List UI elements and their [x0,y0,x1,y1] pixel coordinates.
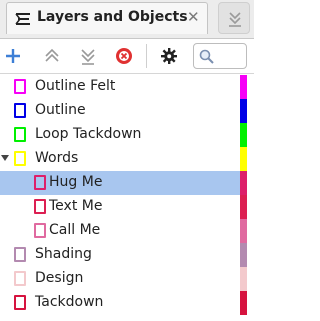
toolbar-separator [146,44,147,68]
layer-row[interactable]: Hug Me [0,171,240,195]
layer-color-swatch[interactable] [240,171,247,195]
layer-row[interactable]: Tackdown [0,291,240,315]
panel-title: Layers and Objects [37,9,188,25]
layer-icon [14,151,26,166]
layer-color-swatch[interactable] [240,195,247,219]
layer-color-swatch[interactable] [240,243,247,267]
layer-color-swatch[interactable] [240,147,247,171]
layer-row[interactable]: Words [0,147,240,171]
layer-color-swatch[interactable] [240,123,247,147]
layer-icon [34,175,46,190]
layer-icon [14,103,26,118]
search-icon [199,49,214,64]
layer-color-swatch[interactable] [240,75,247,99]
layer-label: Design [35,270,84,286]
close-icon[interactable]: ✕ [187,8,200,26]
chevron-down-icon [229,12,241,27]
layers-icon [15,12,31,27]
layer-label: Outline Felt [35,78,116,94]
layer-icon [14,79,26,94]
layer-icon [34,223,46,238]
layer-row[interactable]: Outline Felt [0,75,240,99]
layer-label: Call Me [49,222,101,238]
gear-icon [161,48,177,64]
layer-icon [14,271,26,286]
expander-icon[interactable] [1,155,9,161]
panel-menu-button[interactable] [218,2,250,34]
layer-icon [14,295,26,310]
layer-row[interactable]: Design [0,267,240,291]
layer-row[interactable]: Loop Tackdown [0,123,240,147]
layer-label: Loop Tackdown [35,126,142,142]
layer-color-swatch[interactable] [240,291,247,315]
layers-toolbar [0,39,254,74]
layer-label: Words [35,150,79,166]
lower-layer-button[interactable] [77,45,99,67]
search-field[interactable] [193,43,247,69]
delete-layer-button[interactable] [113,45,135,67]
lower-layer-icon [81,49,95,65]
layer-row[interactable]: Text Me [0,195,240,219]
layer-row[interactable]: Shading [0,243,240,267]
layer-label: Hug Me [49,174,103,190]
layer-color-swatch[interactable] [240,267,247,291]
layer-color-swatch[interactable] [240,219,247,243]
layer-icon [14,247,26,262]
layer-icon [14,127,26,142]
layer-label: Text Me [49,198,103,214]
plus-icon [6,49,20,63]
layer-label: Shading [35,246,92,262]
layer-row[interactable]: Outline [0,99,240,123]
panel-header: Layers and Objects ✕ [0,0,254,39]
layer-color-swatch[interactable] [240,99,247,123]
layer-label: Outline [35,102,86,118]
layers-panel-tab[interactable]: Layers and Objects ✕ [6,2,208,34]
delete-icon [116,48,132,64]
layer-row[interactable]: Call Me [0,219,240,243]
raise-layer-button[interactable] [41,45,63,67]
add-layer-button[interactable] [2,45,24,67]
layer-properties-button[interactable] [158,45,180,67]
raise-layer-icon [45,48,59,62]
layer-icon [34,199,46,214]
layer-label: Tackdown [35,294,104,310]
